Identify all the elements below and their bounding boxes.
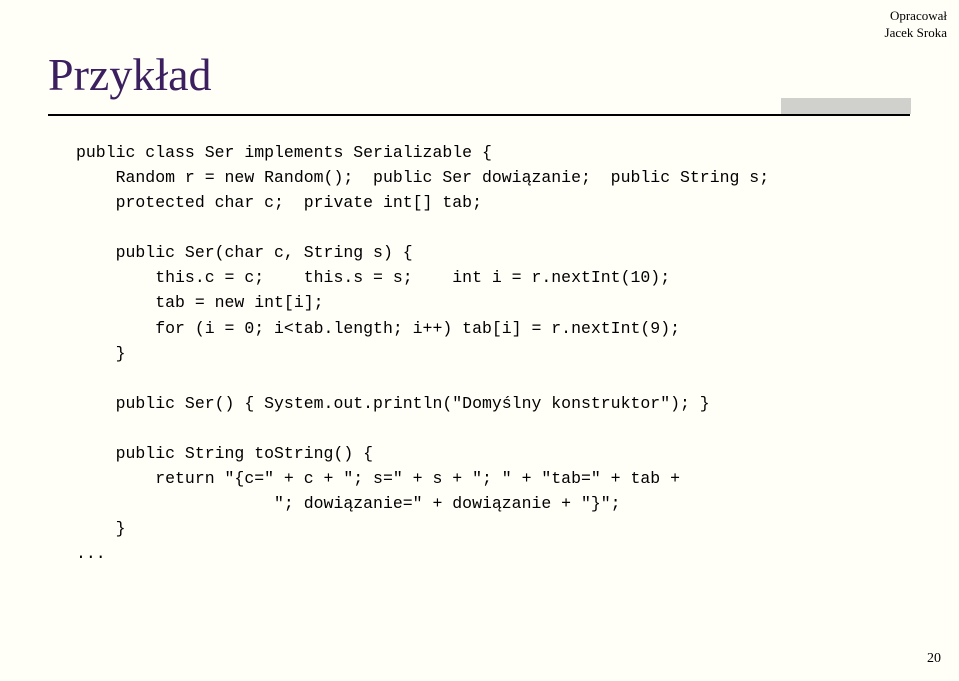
page-title: Przykład [48, 48, 212, 101]
attribution: Opracował Jacek Sroka [885, 8, 947, 42]
attribution-line1: Opracował [885, 8, 947, 25]
attribution-line2: Jacek Sroka [885, 25, 947, 42]
title-shadow [781, 98, 911, 114]
title-underline [48, 114, 910, 116]
code-block: public class Ser implements Serializable… [76, 140, 769, 566]
page-number: 20 [927, 651, 941, 667]
